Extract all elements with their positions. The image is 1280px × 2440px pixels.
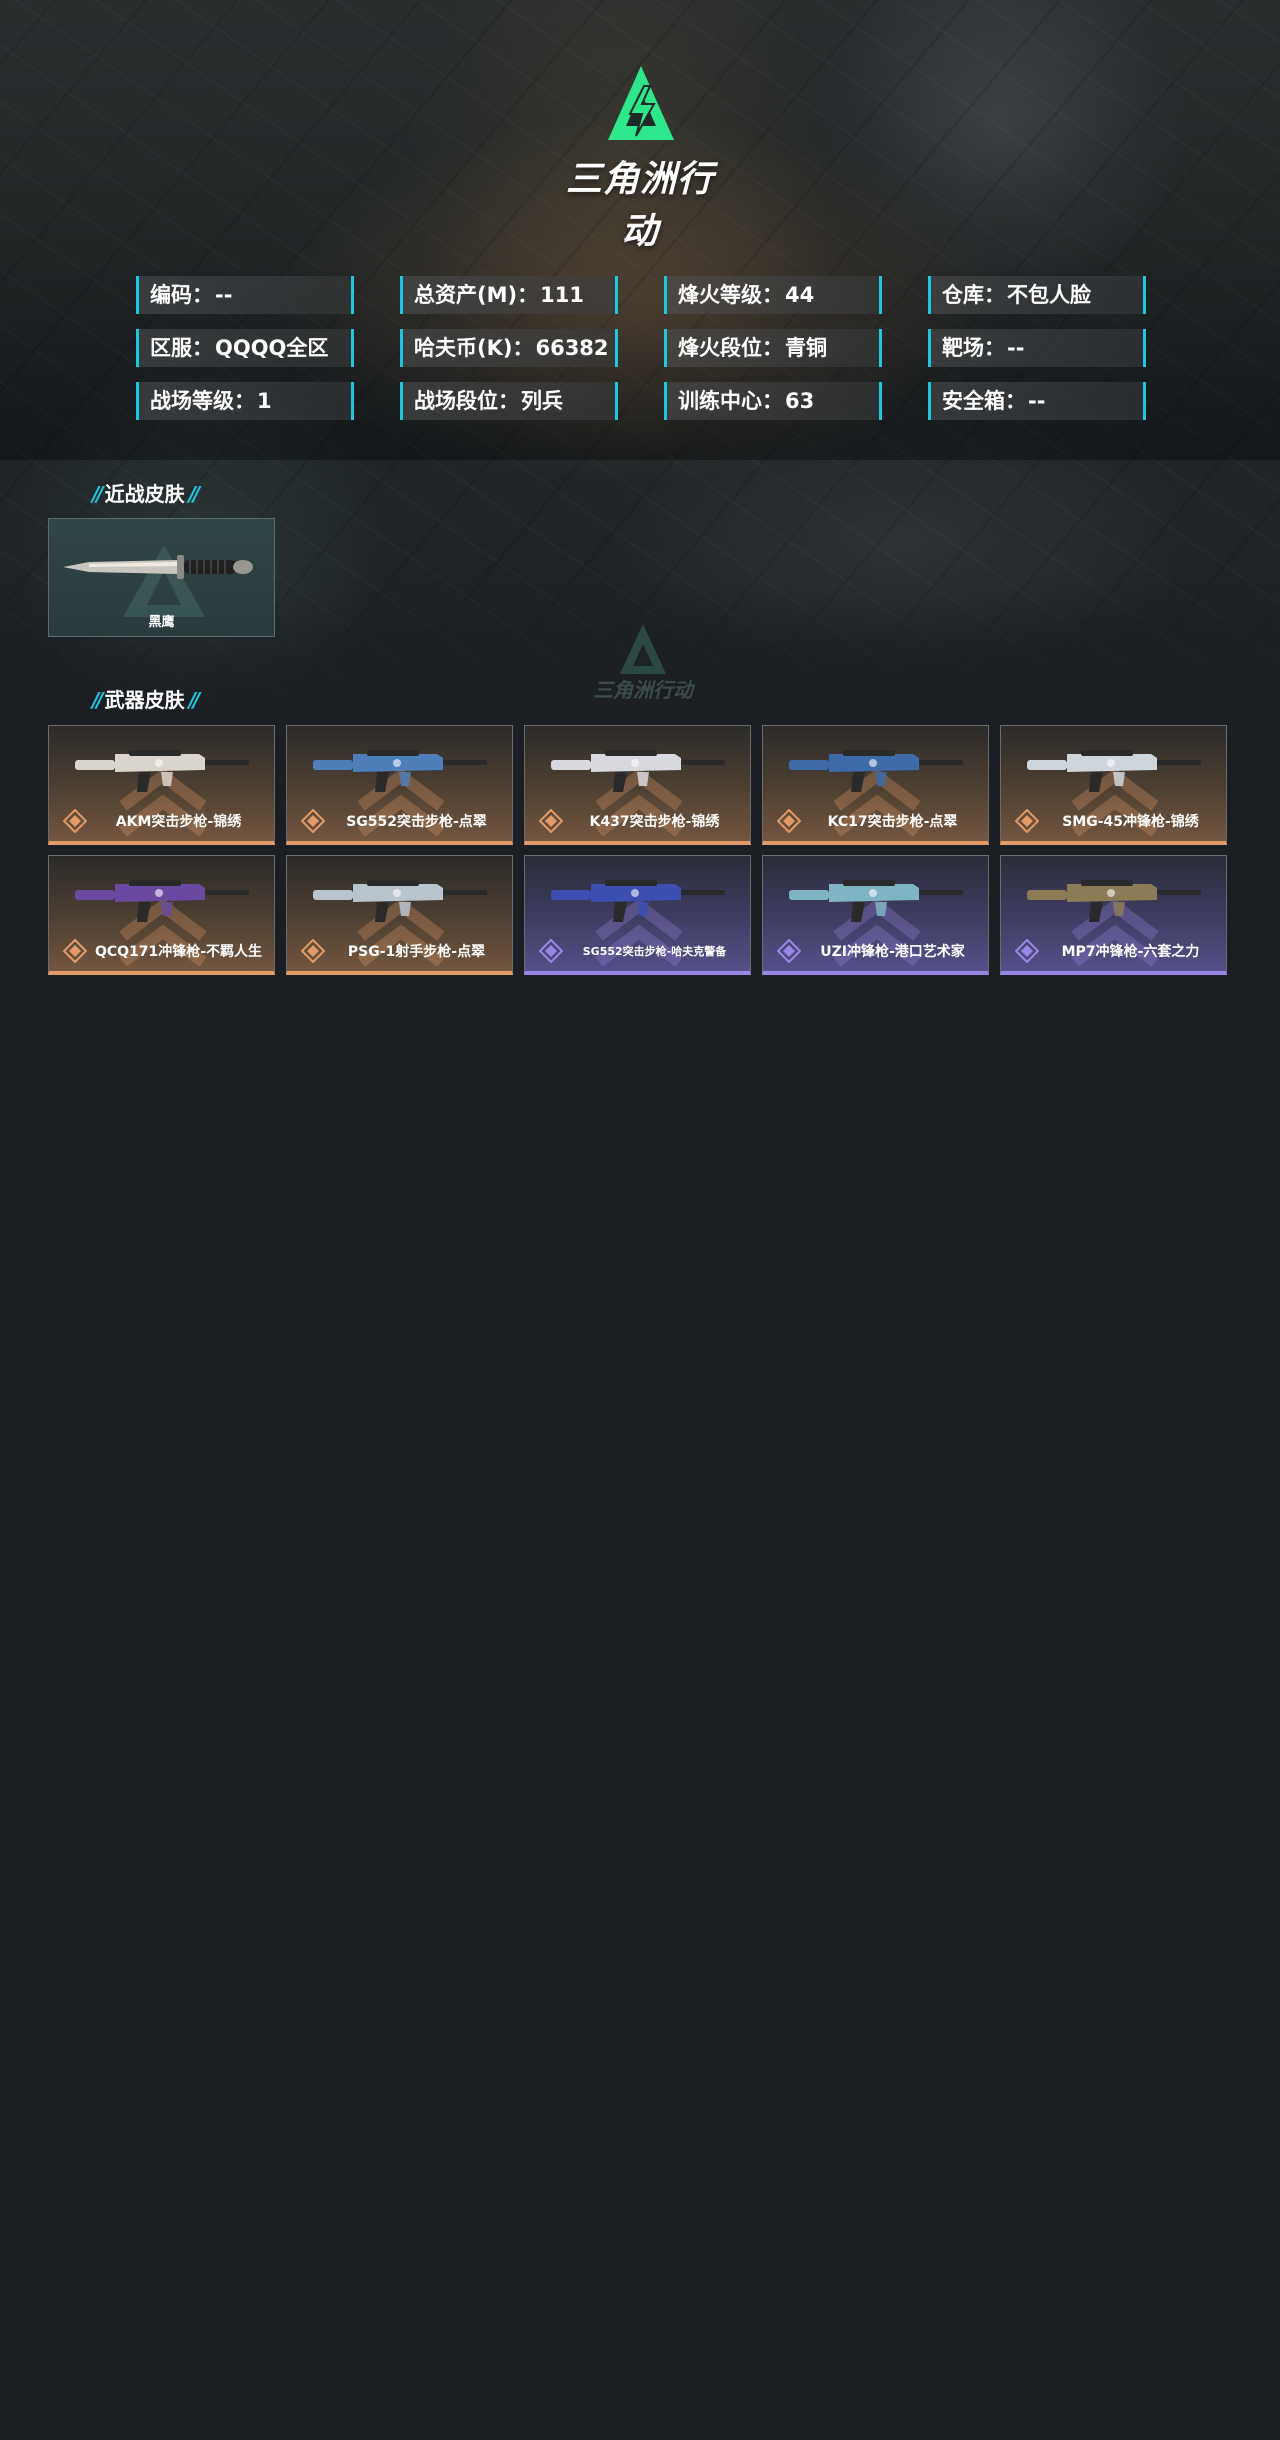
rifle-icon: [789, 750, 963, 792]
rifle-icon: [75, 750, 249, 792]
stat-value: 44: [785, 283, 815, 307]
rarity-diamond-icon: [63, 939, 87, 963]
watermark-logo: 三角洲行动: [588, 622, 698, 702]
rifle-icon: [551, 750, 725, 792]
rarity-diamond-icon: [1015, 939, 1039, 963]
slash-decoration-icon: //: [92, 688, 103, 712]
weapon-skin-grid: AKM突击步枪-锦绣 SG552突击步枪-点翠 K437突击步枪-锦绣 KC17突击步…: [48, 725, 1227, 975]
rifle-icon: [789, 880, 963, 922]
stat-value: --: [215, 283, 233, 307]
weapon-skin-card[interactable]: MP7冲锋枪-六套之力: [1000, 855, 1227, 975]
melee-section-title: // 近战皮肤 //: [92, 479, 200, 509]
weapon-skin-card[interactable]: SMG-45冲锋枪-锦绣: [1000, 725, 1227, 845]
weapon-skin-name: SG552突击步枪-哈夫克警备: [582, 945, 727, 958]
slash-decoration-icon: //: [92, 482, 103, 506]
stat-label: 总资产(M)：: [414, 283, 539, 307]
melee-skin-name: 黑鹰: [148, 615, 175, 630]
weapon-skin-name: SMG-45冲锋枪-锦绣: [1062, 814, 1199, 830]
weapon-skin-card[interactable]: SG552突击步枪-哈夫克警备: [524, 855, 751, 975]
stat-value: 列兵: [521, 389, 563, 413]
rifle-icon: [1027, 750, 1201, 792]
weapon-skin-card[interactable]: QCQ171冲锋枪-不羁人生: [48, 855, 275, 975]
slash-decoration-icon: //: [188, 482, 200, 506]
rifle-icon: [551, 880, 725, 922]
weapon-skin-card[interactable]: UZI冲锋枪-港口艺术家: [762, 855, 989, 975]
weapon-skin-card[interactable]: K437突击步枪-锦绣: [524, 725, 751, 845]
stat-label: 烽火段位：: [678, 336, 783, 360]
weapon-skin-name: MP7冲锋枪-六套之力: [1061, 944, 1200, 960]
weapon-skin-name: KC17突击步枪-点翠: [827, 814, 958, 830]
stat-warehouse: 仓库：不包人脸: [928, 276, 1146, 314]
weapon-skin-name: QCQ171冲锋枪-不羁人生: [94, 944, 263, 960]
game-title: 三角洲行动: [565, 159, 714, 252]
watermark-text: 三角洲行动: [593, 678, 693, 702]
stat-range: 靶场：--: [928, 329, 1146, 367]
stat-havoc-coins: 哈夫币(K)：66382: [400, 329, 618, 367]
stat-label: 烽火等级：: [678, 283, 783, 307]
weapon-skin-name: SG552突击步枪-点翠: [346, 814, 487, 830]
rarity-diamond-icon: [777, 939, 801, 963]
weapon-skin-name: UZI冲锋枪-港口艺术家: [820, 944, 965, 960]
weapon-section-title: // 武器皮肤 //: [92, 685, 200, 715]
weapon-skin-card[interactable]: KC17突击步枪-点翠: [762, 725, 989, 845]
knife-icon: [63, 555, 253, 579]
weapon-skin-name: K437突击步枪-锦绣: [589, 814, 720, 830]
stat-value: 66382: [535, 336, 609, 360]
weapon-title-text: 武器皮肤: [104, 688, 185, 712]
stat-label: 编码：: [150, 283, 213, 307]
stat-value: QQQQ全区: [215, 336, 329, 360]
stat-battlefield-rank: 战场段位：列兵: [400, 382, 618, 420]
stat-label: 哈夫币(K)：: [414, 336, 534, 360]
game-logo: 三角洲行动: [548, 64, 732, 252]
rifle-icon: [1027, 880, 1201, 922]
stat-value: --: [1007, 336, 1025, 360]
stat-label: 战场等级：: [150, 389, 255, 413]
rarity-diamond-icon: [301, 809, 325, 833]
stat-label: 仓库：: [942, 283, 1005, 307]
stat-battlefield-level: 战场等级：1: [136, 382, 354, 420]
stat-total-assets: 总资产(M)：111: [400, 276, 618, 314]
stat-label: 靶场：: [942, 336, 1005, 360]
weapon-skin-card[interactable]: AKM突击步枪-锦绣: [48, 725, 275, 845]
stat-value: 1: [257, 389, 272, 413]
melee-skin-card[interactable]: 黑鹰: [48, 518, 275, 637]
rifle-icon: [313, 880, 487, 922]
delta-logo-icon: [620, 624, 666, 674]
delta-logo-icon: [608, 66, 674, 140]
weapon-skin-card[interactable]: SG552突击步枪-点翠: [286, 725, 513, 845]
rifle-icon: [75, 880, 249, 922]
weapon-skin-card[interactable]: PSG-1射手步枪-点翠: [286, 855, 513, 975]
stat-label: 训练中心：: [678, 389, 783, 413]
stat-server: 区服：QQQQ全区: [136, 329, 354, 367]
stat-value: 63: [785, 389, 815, 413]
stat-value: 111: [540, 283, 584, 307]
stat-label: 战场段位：: [414, 389, 519, 413]
rifle-icon: [313, 750, 487, 792]
stat-fire-rank: 烽火段位：青铜: [664, 329, 882, 367]
rarity-diamond-icon: [1015, 809, 1039, 833]
rarity-diamond-icon: [539, 809, 563, 833]
stat-fire-level: 烽火等级：44: [664, 276, 882, 314]
melee-title-text: 近战皮肤: [104, 482, 185, 506]
rarity-diamond-icon: [63, 809, 87, 833]
stat-value: 青铜: [785, 336, 827, 360]
stat-label: 区服：: [150, 336, 213, 360]
slash-decoration-icon: //: [188, 688, 200, 712]
account-stats-grid: 编码：-- 总资产(M)：111 烽火等级：44 仓库：不包人脸 区服：QQQQ…: [136, 276, 1146, 420]
weapon-skin-name: AKM突击步枪-锦绣: [115, 814, 242, 830]
stat-value: --: [1028, 389, 1046, 413]
rarity-diamond-icon: [539, 939, 563, 963]
rarity-diamond-icon: [301, 939, 325, 963]
stat-training-center: 训练中心：63: [664, 382, 882, 420]
stat-value: 不包人脸: [1007, 283, 1091, 307]
weapon-skin-name: PSG-1射手步枪-点翠: [347, 944, 486, 960]
stat-id: 编码：--: [136, 276, 354, 314]
rarity-diamond-icon: [777, 809, 801, 833]
stat-label: 安全箱：: [942, 389, 1026, 413]
stat-safe-box: 安全箱：--: [928, 382, 1146, 420]
